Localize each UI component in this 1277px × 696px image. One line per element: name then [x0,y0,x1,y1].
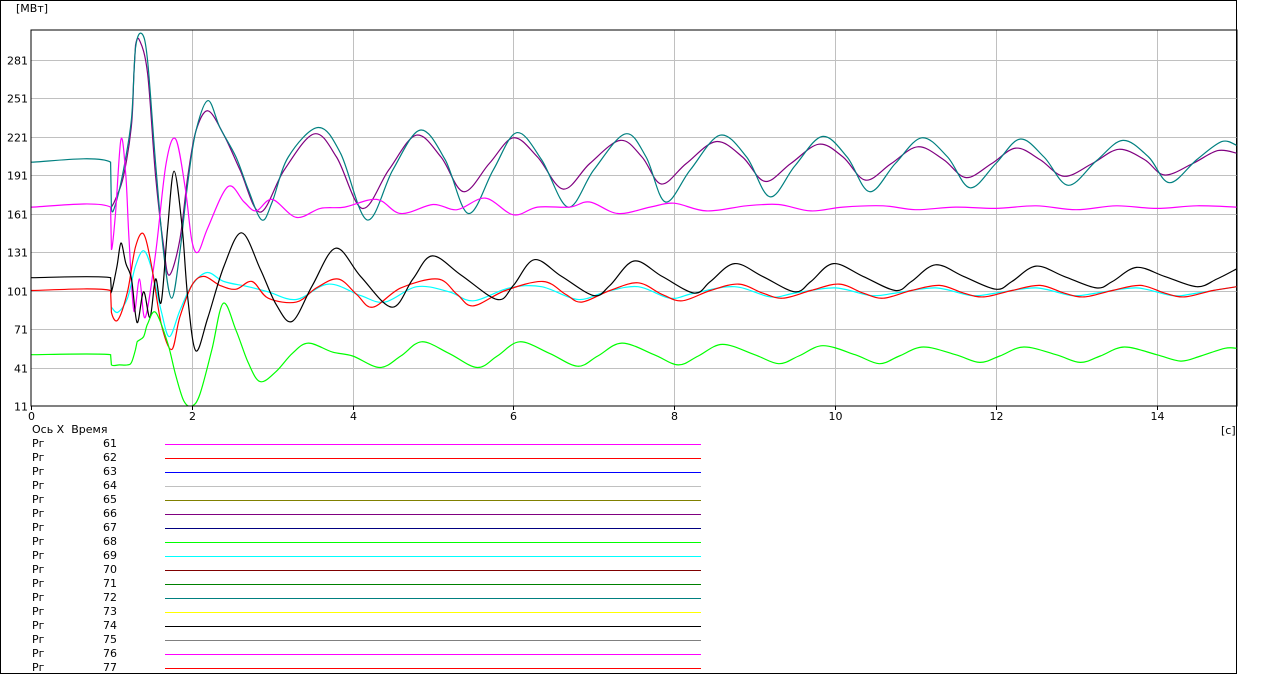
legend-item[interactable]: Рг 62 [0,451,720,465]
x-tick-label: 14 [1151,410,1165,423]
legend-item[interactable]: Рг 68 [0,535,720,549]
y-tick-label: 41 [14,363,28,376]
x-tick-label: 8 [671,410,678,423]
legend-x-axis: Ось X Время [32,423,107,436]
legend-series-id: 71 [103,577,117,590]
legend-param-name: Рг [32,605,45,618]
legend-color-swatch [165,500,701,501]
series-line-74 [31,170,1237,352]
series-line-68 [31,302,1237,406]
series-group [31,32,1237,406]
legend-series-id: 72 [103,591,117,604]
x-tick-label: 12 [990,410,1004,423]
legend-param-name: Рг [32,493,45,506]
legend-color-swatch [165,570,701,571]
legend-series-id: 67 [103,521,117,534]
legend-item[interactable]: Рг 77 [0,661,720,675]
legend-param-name: Рг [32,479,45,492]
line-chart: [МВт] 11 41 71 101 131 161 191 221 251 281 0 2 4 6 8 1… [7,2,1238,437]
y-tick-label: 251 [7,93,28,106]
legend-series-id: 69 [103,549,117,562]
y-tick-label: 161 [7,209,28,222]
legend-color-swatch [165,654,701,655]
legend-series-id: 63 [103,465,117,478]
y-tick-label: 281 [7,55,28,68]
legend-series-id: 66 [103,507,117,520]
x-axis-label: [с] [1221,424,1236,437]
legend-param-name: Рг [32,577,45,590]
legend-item[interactable]: Рг 70 [0,563,720,577]
x-tick-label: 6 [510,410,517,423]
legend-item[interactable]: Рг 71 [0,577,720,591]
legend-series-id: 64 [103,479,117,492]
legend-item[interactable]: Рг 61 [0,437,720,451]
legend-param-name: Рг [32,465,45,478]
legend-item[interactable]: Рг 66 [0,507,720,521]
x-tick-labels: 0 2 4 6 8 10 12 14 [28,406,1165,423]
y-axis-label: [МВт] [16,2,48,15]
x-tick-label: 0 [28,410,35,423]
legend-param-name: Рг [32,535,45,548]
legend-color-swatch [165,458,701,459]
legend-color-swatch [165,556,701,557]
legend-item[interactable]: Рг 75 [0,633,720,647]
legend-param-name: Рг [32,591,45,604]
legend-series-id: 77 [103,661,117,674]
x-tick-label: 10 [829,410,843,423]
legend-series-id: 73 [103,605,117,618]
legend-param-name: Рг [32,647,45,660]
legend-color-swatch [165,486,701,487]
legend-series-id: 62 [103,451,117,464]
legend-color-swatch [165,542,701,543]
x-tick-label: 4 [350,410,357,423]
legend-param-name: Рг [32,549,45,562]
legend-series-id: 68 [103,535,117,548]
x-tick-label: 2 [189,410,196,423]
legend-item[interactable]: Рг 67 [0,521,720,535]
legend-color-swatch [165,640,701,641]
legend-param-name: Рг [32,521,45,534]
legend-series-id: 65 [103,493,117,506]
y-tick-label: 11 [14,401,28,414]
x-axis-param: Время [71,423,108,436]
legend-series-id: 74 [103,619,117,632]
legend-item[interactable]: Рг 69 [0,549,720,563]
legend-param-name: Рг [32,437,45,450]
legend-item[interactable]: Рг 76 [0,647,720,661]
legend-param-name: Рг [32,507,45,520]
legend-item[interactable]: Рг 73 [0,605,720,619]
legend-color-swatch [165,472,701,473]
legend-item[interactable]: Рг 65 [0,493,720,507]
series-line-61 [31,137,1237,319]
legend-param-name: Рг [32,563,45,576]
legend-item[interactable]: Рг 64 [0,479,720,493]
legend-color-swatch [165,528,701,529]
legend-color-swatch [165,444,701,445]
legend-color-swatch [165,626,701,627]
legend-param-name: Рг [32,451,45,464]
legend-item[interactable]: Рг 72 [0,591,720,605]
legend-series-id: 75 [103,633,117,646]
legend-color-swatch [165,612,701,613]
legend-param-name: Рг [32,661,45,674]
legend-series-id: 70 [103,563,117,576]
legend-series-id: 61 [103,437,117,450]
legend-param-name: Рг [32,633,45,646]
y-tick-label: 191 [7,170,28,183]
legend-color-swatch [165,584,701,585]
y-tick-label: 101 [7,286,28,299]
x-axis-name: Ось X [32,423,65,436]
legend-item[interactable]: Рг 63 [0,465,720,479]
legend-color-swatch [165,514,701,515]
y-tick-label: 71 [14,324,28,337]
legend-item[interactable]: Рг 74 [0,619,720,633]
series-line-72 [31,32,1237,299]
y-tick-labels: 11 41 71 101 131 161 191 221 251 281 [7,55,28,414]
y-tick-label: 131 [7,247,28,260]
y-tick-label: 221 [7,132,28,145]
legend-color-swatch [165,668,701,669]
legend-color-swatch [165,598,701,599]
legend-series-id: 76 [103,647,117,660]
legend-param-name: Рг [32,619,45,632]
